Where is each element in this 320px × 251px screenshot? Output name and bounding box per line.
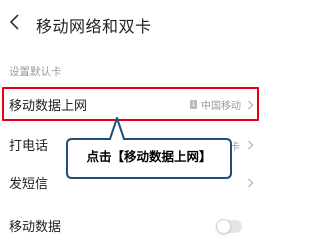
sms-label: 发短信	[9, 177, 49, 192]
app-header: 移动网络和双卡	[0, 0, 262, 46]
toggle-knob	[216, 219, 231, 234]
mobile-data-row: 移动数据	[0, 207, 262, 243]
chevron-right-icon	[248, 140, 254, 150]
chevron-left-icon[interactable]	[9, 14, 21, 30]
instruction-callout: 点击【移动数据上网】	[64, 117, 234, 183]
chevron-right-icon	[248, 178, 254, 188]
section-label: 设置默认卡	[9, 66, 62, 78]
callout-text: 点击【移动数据上网】	[86, 149, 212, 164]
page-title: 移动网络和双卡	[36, 17, 152, 36]
mobile-data-label: 移动数据	[9, 220, 62, 235]
mobile-data-toggle[interactable]	[216, 219, 242, 234]
call-label: 打电话	[9, 139, 49, 154]
highlight-frame	[2, 87, 259, 121]
